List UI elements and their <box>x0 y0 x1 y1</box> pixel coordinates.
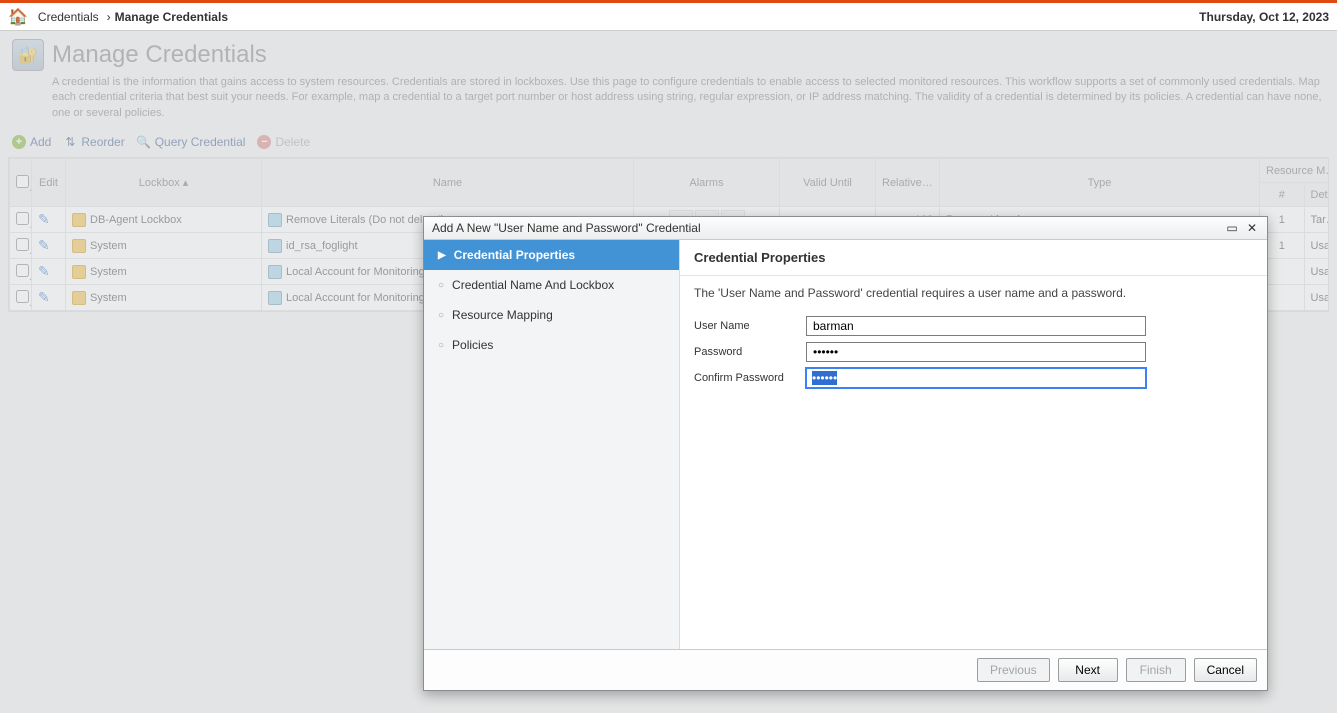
modal-title-text: Add A New "User Name and Password" Crede… <box>432 221 701 235</box>
wizard-step-mapping[interactable]: ○ Resource Mapping <box>424 300 679 330</box>
breadcrumb-current: Manage Credentials <box>115 10 228 24</box>
wizard-step-properties[interactable]: ▶ Credential Properties <box>424 240 679 270</box>
breadcrumb: 🏠 Credentials › Manage Credentials Thurs… <box>0 3 1337 31</box>
password-label: Password <box>694 346 806 358</box>
step-label-properties: Credential Properties <box>454 248 575 262</box>
confirm-password-value: •••••• <box>812 371 837 385</box>
bullet-icon: ○ <box>438 310 444 321</box>
credential-form: User Name Password Confirm Password ••••… <box>680 310 1267 394</box>
panel-description: The 'User Name and Password' credential … <box>680 276 1267 310</box>
bullet-icon: ○ <box>438 340 444 351</box>
header-date: Thursday, Oct 12, 2023 <box>1199 10 1329 24</box>
finish-button[interactable]: Finish <box>1126 658 1186 682</box>
home-icon[interactable]: 🏠 <box>8 7 28 27</box>
modal-close-icon[interactable]: ✕ <box>1245 221 1259 235</box>
triangle-right-icon: ▶ <box>438 250 446 261</box>
modal-footer: Previous Next Finish Cancel <box>424 649 1267 690</box>
username-input[interactable] <box>806 316 1146 336</box>
cancel-button[interactable]: Cancel <box>1194 658 1257 682</box>
step-label-mapping: Resource Mapping <box>452 308 553 322</box>
bullet-icon: ○ <box>438 280 444 291</box>
step-label-name-lockbox: Credential Name And Lockbox <box>452 278 614 292</box>
username-label: User Name <box>694 320 806 332</box>
modal-title-bar: Add A New "User Name and Password" Crede… <box>424 217 1267 240</box>
confirm-password-label: Confirm Password <box>694 372 806 384</box>
previous-button[interactable]: Previous <box>977 658 1050 682</box>
wizard-nav: ▶ Credential Properties ○ Credential Nam… <box>424 240 680 649</box>
breadcrumb-root[interactable]: Credentials <box>38 10 99 24</box>
confirm-password-input[interactable] <box>806 368 1146 388</box>
wizard-step-policies[interactable]: ○ Policies <box>424 330 679 360</box>
password-input[interactable] <box>806 342 1146 362</box>
step-label-policies: Policies <box>452 338 493 352</box>
wizard-step-name-lockbox[interactable]: ○ Credential Name And Lockbox <box>424 270 679 300</box>
chevron-right-icon: › <box>107 10 111 24</box>
modal-add-credential: Add A New "User Name and Password" Crede… <box>423 216 1268 691</box>
panel-heading: Credential Properties <box>680 240 1267 276</box>
modal-popout-icon[interactable]: ▭ <box>1225 221 1239 235</box>
next-button[interactable]: Next <box>1058 658 1118 682</box>
